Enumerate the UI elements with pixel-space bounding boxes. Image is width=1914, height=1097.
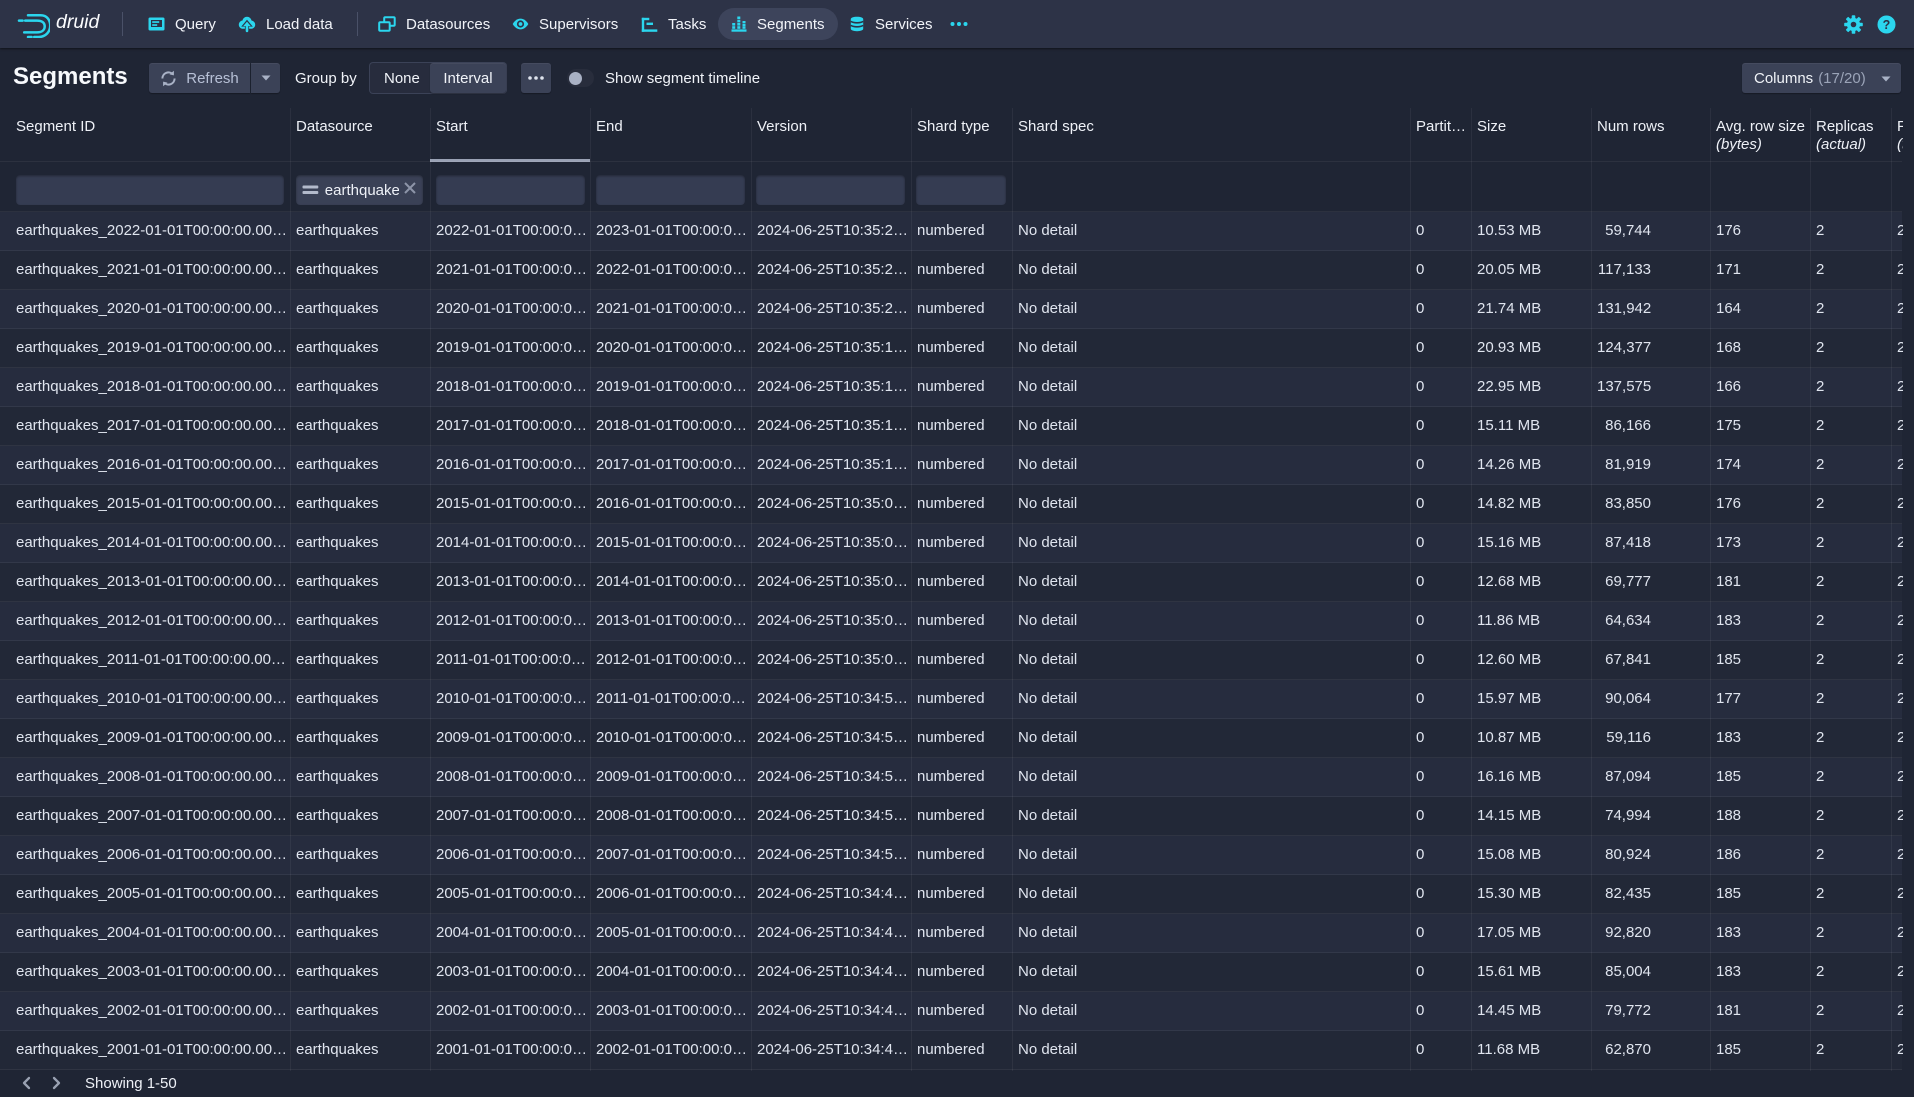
svg-text:?: ? xyxy=(1883,18,1891,32)
